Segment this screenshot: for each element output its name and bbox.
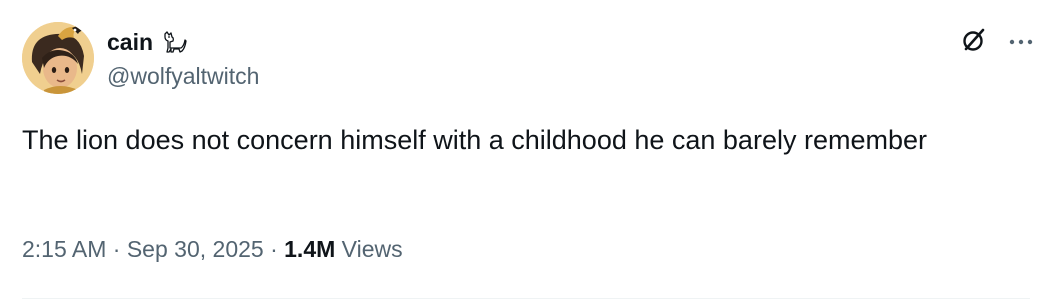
avatar[interactable] xyxy=(22,22,94,94)
meta-separator: · xyxy=(106,236,127,262)
divider xyxy=(22,298,1030,299)
dog-emoji-icon xyxy=(161,30,187,54)
more-options-button[interactable] xyxy=(1004,26,1038,58)
tweet[interactable]: cain @wolfyaltwitch The lion does not co… xyxy=(0,0,1052,306)
more-horizontal-icon xyxy=(1008,33,1034,51)
views-count: 1.4M xyxy=(284,236,336,262)
views-label: Views xyxy=(335,236,403,262)
meta-separator: · xyxy=(263,236,285,262)
timestamp-link[interactable]: 2:15 AM · Sep 30, 2025 xyxy=(22,236,264,262)
grok-button[interactable] xyxy=(958,26,990,58)
tweet-time: 2:15 AM xyxy=(22,236,107,262)
tweet-metadata: 2:15 AM · Sep 30, 2025 · 1.4M Views xyxy=(22,236,403,263)
author-name-row: cain xyxy=(107,28,187,56)
views-link[interactable]: 1.4M Views xyxy=(284,236,402,262)
tweet-date: Sep 30, 2025 xyxy=(126,236,264,262)
handle[interactable]: @wolfyaltwitch xyxy=(107,63,259,90)
display-name[interactable]: cain xyxy=(107,29,153,56)
avatar-image xyxy=(22,22,94,94)
tweet-text: The lion does not concern himself with a… xyxy=(22,125,927,155)
grok-icon xyxy=(960,26,988,59)
